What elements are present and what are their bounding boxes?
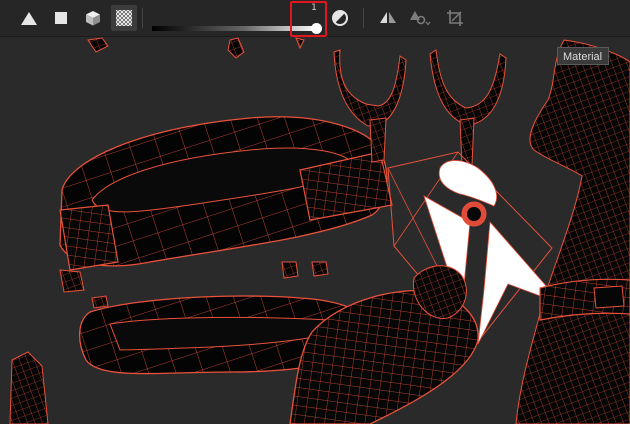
transform-options-button[interactable] [408, 5, 434, 31]
flat-shading-icon [21, 12, 37, 25]
highlight-box [290, 1, 327, 37]
contrast-circle-icon [332, 10, 348, 26]
cube-icon [86, 11, 100, 26]
cube-shading-button[interactable] [80, 5, 106, 31]
material-tooltip: Material [557, 47, 610, 65]
contrast-button[interactable] [327, 5, 353, 31]
toolbar-separator [142, 8, 143, 28]
symmetry-icon [380, 12, 396, 23]
viewport-toolbar: 1 [0, 0, 630, 37]
transform-options-icon [410, 11, 431, 26]
symmetry-button[interactable] [375, 5, 401, 31]
wireframe-shading-button[interactable] [111, 5, 137, 31]
crop-transform-button[interactable] [442, 5, 468, 31]
checker-wireframe-icon [116, 10, 132, 26]
flat-shading-button[interactable] [16, 5, 42, 31]
solid-shading-button[interactable] [48, 5, 74, 31]
wireframe-mesh [9, 37, 630, 424]
crop-transform-icon [447, 10, 463, 26]
solid-square-icon [55, 12, 67, 24]
toolbar-separator [363, 8, 364, 28]
viewport-3d[interactable] [0, 37, 630, 424]
